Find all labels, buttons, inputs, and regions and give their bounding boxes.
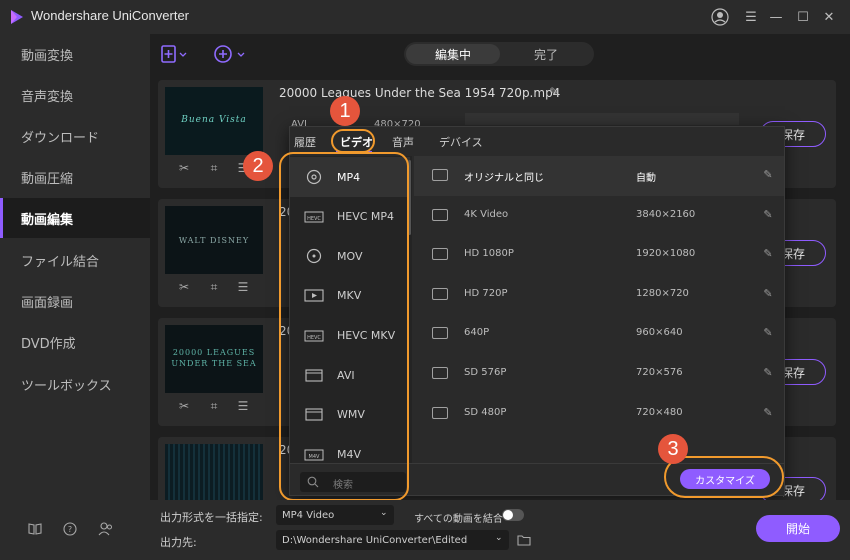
edit-icon[interactable]: ✎ <box>762 326 774 339</box>
quality-name: SD 576P <box>464 367 507 378</box>
quality-row[interactable]: HD 1080P 1920×1080 ✎ <box>414 235 784 275</box>
sidebar-item-dvd[interactable]: DVD作成 <box>0 322 150 362</box>
edit-icon[interactable]: ✎ <box>762 366 774 379</box>
quality-row[interactable]: HD 720P 1280×720 ✎ <box>414 275 784 315</box>
thumbnail-text: Buena Vista <box>181 115 247 125</box>
thumbnail-text: 20000 LEAGUES UNDER THE SEA <box>171 348 257 368</box>
sidebar-item-video-convert[interactable]: 動画変換 <box>0 34 150 74</box>
add-file-icon <box>161 45 187 63</box>
highlight-ring <box>664 456 784 498</box>
file-name: 20000 Leagues Under the Sea 1954 720p.mp… <box>279 86 561 100</box>
video-icon <box>432 407 448 419</box>
annotation-badge: 3 <box>658 434 688 464</box>
trim-icon[interactable]: ✂ <box>177 161 191 175</box>
quality-row[interactable]: オリジナルと同じ 自動 ✎ <box>414 156 784 196</box>
video-icon <box>432 169 448 181</box>
tab-device[interactable]: デバイス <box>439 134 483 150</box>
tab-editing[interactable]: 編集中 <box>406 44 500 64</box>
effects-icon[interactable]: ☰ <box>236 280 250 294</box>
edit-icon[interactable]: ✎ <box>762 406 774 419</box>
video-icon <box>432 209 448 221</box>
highlight-ring <box>331 129 375 153</box>
add-dvd-icon <box>214 45 245 63</box>
quality-resolution: 1920×1080 <box>636 248 696 259</box>
account-icon[interactable] <box>97 520 115 538</box>
trim-icon[interactable]: ✂ <box>177 280 191 294</box>
quality-row[interactable]: SD 576P 720×576 ✎ <box>414 354 784 394</box>
edit-icon[interactable]: ✎ <box>762 168 774 181</box>
quality-name: HD 1080P <box>464 248 514 259</box>
crop-icon[interactable]: ⌗ <box>207 399 221 413</box>
output-format-value: MP4 Video <box>282 509 335 521</box>
quality-resolution: 720×480 <box>636 407 683 418</box>
tab-history[interactable]: 履歴 <box>294 134 316 150</box>
sidebar-item-toolbox[interactable]: ツールボックス <box>0 364 150 404</box>
crop-icon[interactable]: ⌗ <box>207 280 221 294</box>
maximize-icon[interactable]: ☐ <box>792 6 814 28</box>
effects-icon[interactable]: ☰ <box>236 399 250 413</box>
book-icon[interactable] <box>26 520 44 538</box>
trim-icon[interactable]: ✂ <box>177 399 191 413</box>
sidebar-item-video-edit[interactable]: 動画編集 <box>0 198 150 238</box>
quality-resolution: 自動 <box>636 173 656 184</box>
annotation-badge: 1 <box>330 96 360 126</box>
edit-icon[interactable]: ✎ <box>762 208 774 221</box>
video-icon <box>432 288 448 300</box>
crop-icon[interactable]: ⌗ <box>207 161 221 175</box>
help-icon[interactable]: ? <box>61 520 79 538</box>
output-path-select[interactable]: D:\Wondershare UniConverter\Edited ⌄ <box>276 530 509 550</box>
chevron-down-icon: ⌄ <box>380 508 388 518</box>
quality-name: 4K Video <box>464 209 509 220</box>
app-logo-icon <box>11 10 23 24</box>
quality-row[interactable]: SD 480P 720×480 ✎ <box>414 394 784 434</box>
sidebar-item-audio-convert[interactable]: 音声変換 <box>0 75 150 115</box>
video-thumbnail[interactable]: 20000 LEAGUES UNDER THE SEA <box>165 325 263 393</box>
video-thumbnail[interactable]: Buena Vista <box>165 87 263 155</box>
menu-icon[interactable]: ☰ <box>740 6 762 28</box>
user-icon[interactable] <box>709 6 731 28</box>
quality-name: オリジナルと同じ <box>464 173 544 184</box>
merge-label: すべての動画を結合 <box>414 514 503 525</box>
sidebar-item-compress[interactable]: 動画圧縮 <box>0 157 150 197</box>
rename-icon[interactable]: ✎ <box>549 85 559 99</box>
output-path-value: D:\Wondershare UniConverter\Edited <box>282 534 468 546</box>
quality-row[interactable]: 640P 960×640 ✎ <box>414 314 784 354</box>
chevron-down-icon: ⌄ <box>495 533 503 543</box>
start-button[interactable]: 開始 <box>756 515 840 542</box>
quality-row[interactable]: 4K Video 3840×2160 ✎ <box>414 196 784 236</box>
quality-name: SD 480P <box>464 407 507 418</box>
annotation-badge: 2 <box>243 151 273 181</box>
quality-resolution: 3840×2160 <box>636 209 696 220</box>
output-format-select[interactable]: MP4 Video ⌄ <box>276 505 394 525</box>
close-icon[interactable]: ✕ <box>818 6 840 28</box>
output-settings-bar <box>465 113 739 125</box>
highlight-ring <box>279 152 409 501</box>
quality-resolution: 1280×720 <box>636 288 689 299</box>
output-format-label: 出力形式を一括指定: <box>160 511 263 524</box>
video-icon <box>432 327 448 339</box>
video-icon <box>432 248 448 260</box>
tab-completed[interactable]: 完了 <box>500 44 592 64</box>
quality-name: HD 720P <box>464 288 508 299</box>
video-thumbnail[interactable]: WALT DISNEY <box>165 206 263 274</box>
sidebar-item-merge[interactable]: ファイル結合 <box>0 240 150 280</box>
folder-icon[interactable] <box>517 534 531 549</box>
sidebar-item-download[interactable]: ダウンロード <box>0 116 150 156</box>
thumbnail-text: WALT DISNEY <box>178 236 250 245</box>
video-icon <box>432 367 448 379</box>
add-dvd-button[interactable] <box>213 44 247 64</box>
sidebar-item-screen-record[interactable]: 画面録画 <box>0 281 150 321</box>
edit-icon[interactable]: ✎ <box>762 247 774 260</box>
minimize-icon[interactable]: — <box>765 6 787 28</box>
quality-name: 640P <box>464 327 490 338</box>
output-path-label: 出力先: <box>160 536 197 549</box>
quality-resolution: 720×576 <box>636 367 683 378</box>
tab-audio[interactable]: 音声 <box>392 134 414 150</box>
app-title: Wondershare UniConverter <box>31 8 189 23</box>
toggle-knob <box>503 510 513 520</box>
svg-text:?: ? <box>68 525 72 534</box>
add-file-button[interactable] <box>160 44 188 64</box>
quality-resolution: 960×640 <box>636 327 683 338</box>
edit-icon[interactable]: ✎ <box>762 287 774 300</box>
